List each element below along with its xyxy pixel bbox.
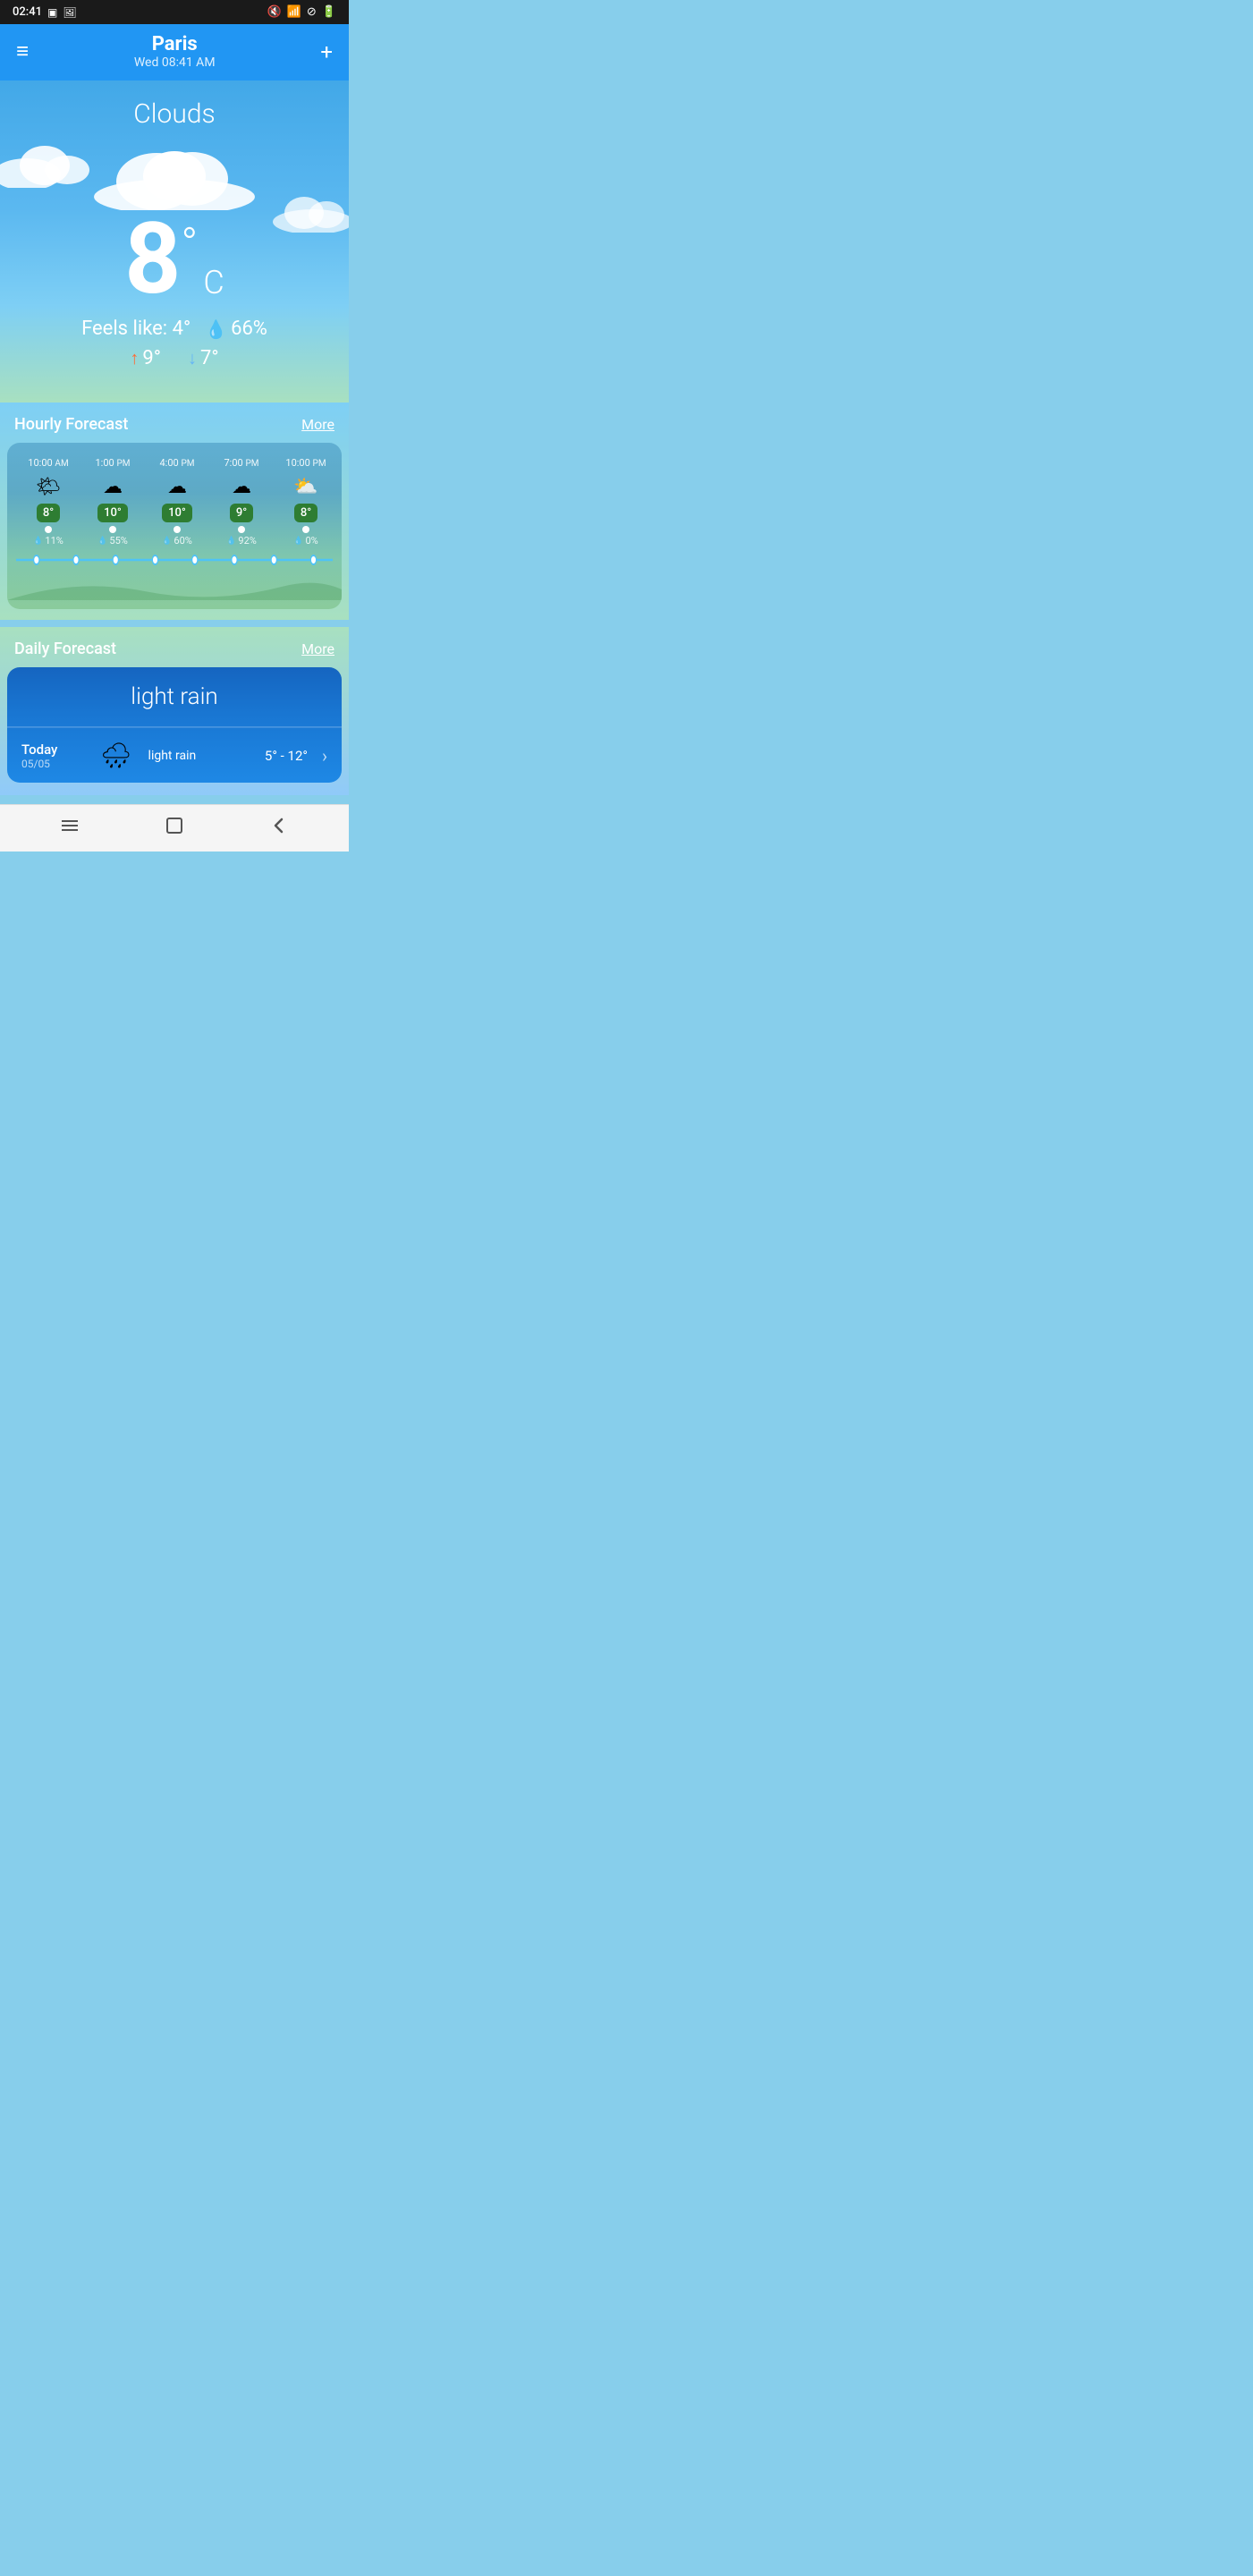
hourly-temp-1: 10° bbox=[97, 504, 128, 522]
daily-header: Daily Forecast More bbox=[0, 627, 349, 667]
hourly-temp-0: 8° bbox=[37, 504, 60, 522]
hourly-dot-3 bbox=[238, 526, 245, 533]
city-name: Paris bbox=[134, 33, 216, 55]
hourly-precip-3: 💧92% bbox=[226, 535, 257, 547]
hourly-precip-1: 💧55% bbox=[97, 535, 128, 547]
temperature-unit: C bbox=[203, 264, 224, 301]
arrow-down-icon: ↓ bbox=[188, 347, 197, 369]
hourly-dot-1 bbox=[109, 526, 116, 533]
low-value: 7° bbox=[200, 347, 219, 369]
chevron-right-icon-0[interactable]: › bbox=[322, 745, 327, 767]
hourly-precip-4: 💧0% bbox=[293, 535, 317, 547]
hourly-temp-4: 8° bbox=[294, 504, 317, 522]
hourly-scroll[interactable]: 10:00 AM 🌤 8° 💧11% 1:00 PM ☁ 10° 💧55% 4:… bbox=[7, 453, 342, 550]
hourly-dot-0 bbox=[45, 526, 52, 533]
hourly-item: 10:00 PM ⛅ 8° 💧0% bbox=[274, 453, 338, 550]
hourly-item: 1:00 AM ☁ 6° 💧0% bbox=[338, 453, 342, 550]
hourly-time-1: 1:00 PM bbox=[96, 457, 131, 469]
hourly-section: Hourly Forecast More 10:00 AM 🌤 8° 💧11% … bbox=[0, 402, 349, 620]
feels-like-row: Feels like: 4° 💧 66% bbox=[18, 318, 331, 340]
hourly-time-0: 10:00 AM bbox=[28, 457, 68, 469]
hourly-time-3: 7:00 PM bbox=[224, 457, 259, 469]
daily-section: Daily Forecast More light rain Today 05/… bbox=[0, 627, 349, 795]
hourly-time-4: 10:00 PM bbox=[285, 457, 326, 469]
arrow-up-icon: ↑ bbox=[130, 347, 139, 369]
header-center: Paris Wed 08:41 AM bbox=[134, 33, 216, 70]
bottom-nav bbox=[0, 804, 349, 852]
temperature-value: 8 bbox=[124, 210, 181, 309]
hourly-time-2: 4:00 PM bbox=[160, 457, 195, 469]
daily-desc-0: light rain bbox=[148, 749, 256, 763]
hourly-item: 7:00 PM ☁ 9° 💧92% bbox=[209, 453, 274, 550]
feels-like-label: Feels like: 4° bbox=[81, 318, 190, 340]
weather-condition: Clouds bbox=[18, 98, 331, 130]
cloud-decoration-right bbox=[268, 188, 349, 233]
main-weather: Clouds 8 ° C Feels like: 4° 💧 66% ↑ 9° ↓… bbox=[0, 80, 349, 402]
back-button[interactable] bbox=[269, 816, 289, 841]
hourly-icon-1: ☁ bbox=[103, 476, 123, 498]
humidity-display: 💧 66% bbox=[205, 318, 267, 340]
status-right: 🔇 📶 ⊘ 🔋 bbox=[267, 5, 336, 19]
hourly-card: 10:00 AM 🌤 8° 💧11% 1:00 PM ☁ 10° 💧55% 4:… bbox=[7, 443, 342, 609]
hourly-more-button[interactable]: More bbox=[301, 416, 334, 433]
daily-summary-text: light rain bbox=[131, 683, 217, 710]
daily-icon-0: 🌧 bbox=[100, 741, 132, 770]
status-left: 02:41 ▣ 🖼 bbox=[13, 5, 77, 19]
humidity-value: 66% bbox=[231, 318, 267, 340]
status-time: 02:41 bbox=[13, 5, 42, 19]
daily-date-0: 05/05 bbox=[21, 758, 84, 770]
hourly-dot-2 bbox=[174, 526, 181, 533]
daily-date-col-0: Today 05/05 bbox=[21, 741, 84, 770]
app-icon: ▣ bbox=[47, 6, 57, 19]
hourly-item: 1:00 PM ☁ 10° 💧55% bbox=[80, 453, 145, 550]
hourly-precip-2: 💧60% bbox=[162, 535, 192, 547]
battery-icon: 🔋 bbox=[322, 5, 336, 19]
hourly-precip-0: 💧11% bbox=[33, 535, 63, 547]
hourly-item: 10:00 AM 🌤 8° 💧11% bbox=[16, 453, 80, 550]
daily-summary: light rain bbox=[7, 667, 342, 727]
image-icon: 🖼 bbox=[63, 6, 76, 19]
hourly-icon-2: ☁ bbox=[167, 476, 187, 498]
temp-high: ↑ 9° bbox=[130, 347, 161, 369]
mute-icon: 🔇 bbox=[267, 5, 282, 19]
degree-symbol: ° bbox=[181, 219, 198, 271]
feels-like-value: 4° bbox=[173, 318, 191, 340]
daily-row-0[interactable]: Today 05/05 🌧 light rain 5° - 12° › bbox=[7, 727, 342, 783]
hourly-icon-3: ☁ bbox=[232, 476, 251, 498]
status-bar: 02:41 ▣ 🖼 🔇 📶 ⊘ 🔋 bbox=[0, 0, 349, 24]
hourly-temp-3: 9° bbox=[230, 504, 253, 522]
cloud-decoration-left bbox=[0, 134, 98, 188]
daily-day-0: Today bbox=[21, 741, 84, 758]
temp-low: ↓ 7° bbox=[188, 347, 219, 369]
hourly-icon-0: 🌤 bbox=[36, 476, 61, 498]
hourly-temp-2: 10° bbox=[162, 504, 192, 522]
daily-title: Daily Forecast bbox=[14, 640, 116, 658]
daily-card: light rain Today 05/05 🌧 light rain 5° -… bbox=[7, 667, 342, 783]
hourly-dot-4 bbox=[302, 526, 309, 533]
menu-button[interactable]: ≡ bbox=[16, 38, 29, 64]
hourly-header: Hourly Forecast More bbox=[0, 402, 349, 443]
hourly-icon-4: ⛅ bbox=[293, 476, 317, 498]
humidity-icon: 💧 bbox=[205, 318, 227, 340]
header-datetime: Wed 08:41 AM bbox=[134, 55, 216, 70]
recents-button[interactable] bbox=[60, 816, 80, 841]
landscape-hills bbox=[7, 573, 342, 600]
temp-line bbox=[7, 550, 342, 566]
hourly-title: Hourly Forecast bbox=[14, 415, 128, 434]
hourly-item: 4:00 PM ☁ 10° 💧60% bbox=[145, 453, 209, 550]
header: ≡ Paris Wed 08:41 AM + bbox=[0, 24, 349, 80]
add-location-button[interactable]: + bbox=[320, 39, 333, 64]
wifi-icon: 📶 bbox=[287, 5, 301, 19]
daily-more-button[interactable]: More bbox=[301, 640, 334, 657]
home-button[interactable] bbox=[165, 816, 184, 841]
high-low-row: ↑ 9° ↓ 7° bbox=[18, 347, 331, 369]
daily-temps-0: 5° - 12° bbox=[265, 748, 308, 764]
no-sim-icon: ⊘ bbox=[307, 5, 317, 19]
high-value: 9° bbox=[142, 347, 161, 369]
